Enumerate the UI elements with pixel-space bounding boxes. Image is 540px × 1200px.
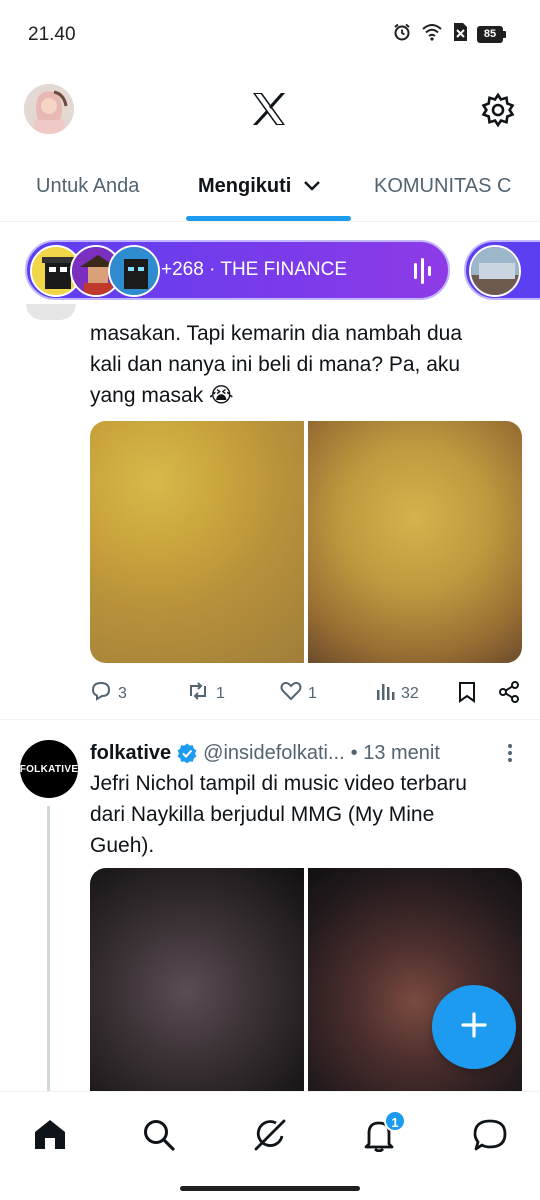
repost-button[interactable]: 1	[186, 681, 225, 706]
status-icons: 85	[392, 22, 506, 47]
top-bar	[0, 70, 540, 150]
reply-count: 3	[118, 684, 127, 702]
space-listener-label: +268 · THE FINANCE	[161, 259, 348, 280]
tab-mengikuti[interactable]: Mengikuti	[198, 175, 321, 198]
tab-untuk-anda[interactable]: Untuk Anda	[36, 175, 139, 198]
alarm-icon	[392, 22, 412, 47]
status-bar: 21.40 85	[0, 0, 540, 70]
bottom-nav: 1	[0, 1091, 540, 1175]
gear-icon[interactable]	[480, 92, 516, 133]
reply-icon	[90, 681, 112, 706]
tweet-text: masakan. Tapi kemarin dia nambah dua kal…	[90, 322, 463, 407]
thread-line	[47, 806, 50, 1106]
author-handle[interactable]: @insidefolkati...	[203, 742, 344, 765]
tweet-actions: 3 1 1 32	[90, 681, 522, 703]
messages-icon[interactable]	[472, 1118, 508, 1157]
heart-icon	[280, 681, 302, 706]
views-count: 32	[401, 684, 419, 702]
search-icon[interactable]	[142, 1118, 176, 1157]
battery-level: 85	[477, 26, 503, 43]
like-button[interactable]: 1	[280, 681, 317, 706]
tweet[interactable]: masakan. Tapi kemarin dia nambah dua kal…	[0, 304, 540, 720]
battery-icon: 85	[477, 26, 506, 43]
notification-badge: 1	[384, 1110, 406, 1132]
media-image[interactable]	[308, 421, 522, 663]
media-image[interactable]	[90, 868, 304, 1092]
chevron-down-icon	[303, 175, 321, 198]
active-tab-indicator	[186, 216, 351, 221]
repost-count: 1	[216, 684, 225, 702]
repost-icon	[186, 681, 210, 706]
status-time: 21.40	[28, 24, 76, 45]
home-indicator	[180, 1186, 360, 1191]
tab-mengikuti-label: Mengikuti	[198, 175, 292, 197]
audio-wave-icon	[413, 258, 433, 289]
tweet-header: folkative @insidefolkati... • 13 menit	[90, 740, 530, 766]
tweet-time: • 13 menit	[350, 741, 440, 764]
tweet-text: Jefri Nichol tampil di music video terba…	[90, 772, 467, 857]
media-image[interactable]	[90, 421, 304, 663]
share-icon	[498, 681, 520, 708]
reply-button[interactable]: 3	[90, 681, 127, 706]
live-space-pill[interactable]: +268 · THE FINANCE	[25, 240, 450, 300]
timeline-tabs: Untuk Anda Mengikuti KOMUNITAS C	[0, 150, 540, 222]
space-pill-secondary[interactable]	[464, 240, 540, 300]
wifi-icon	[421, 23, 443, 46]
verified-badge-icon	[177, 743, 197, 763]
home-icon[interactable]	[33, 1118, 67, 1155]
like-count: 1	[308, 684, 317, 702]
spaces-row: +268 · THE FINANCE	[0, 238, 540, 304]
bookmark-icon	[458, 681, 476, 708]
profile-avatar[interactable]	[24, 84, 74, 134]
grok-icon[interactable]	[252, 1118, 288, 1157]
tweet-media[interactable]	[90, 421, 522, 663]
space-avatar	[469, 245, 521, 297]
author-name[interactable]: folkative	[90, 742, 171, 765]
avatar[interactable]: FOLKATIVE	[20, 740, 78, 798]
sim-off-icon	[452, 22, 468, 47]
compose-button[interactable]	[432, 985, 516, 1069]
bookmark-button[interactable]	[458, 681, 476, 708]
plus-icon	[459, 1010, 489, 1045]
share-button[interactable]	[498, 681, 520, 708]
avatar	[26, 304, 76, 320]
x-logo-icon[interactable]	[251, 92, 287, 131]
tab-komunitas[interactable]: KOMUNITAS C	[374, 175, 511, 198]
space-avatar	[108, 245, 160, 297]
views-button[interactable]: 32	[375, 681, 419, 706]
views-icon	[375, 681, 395, 706]
